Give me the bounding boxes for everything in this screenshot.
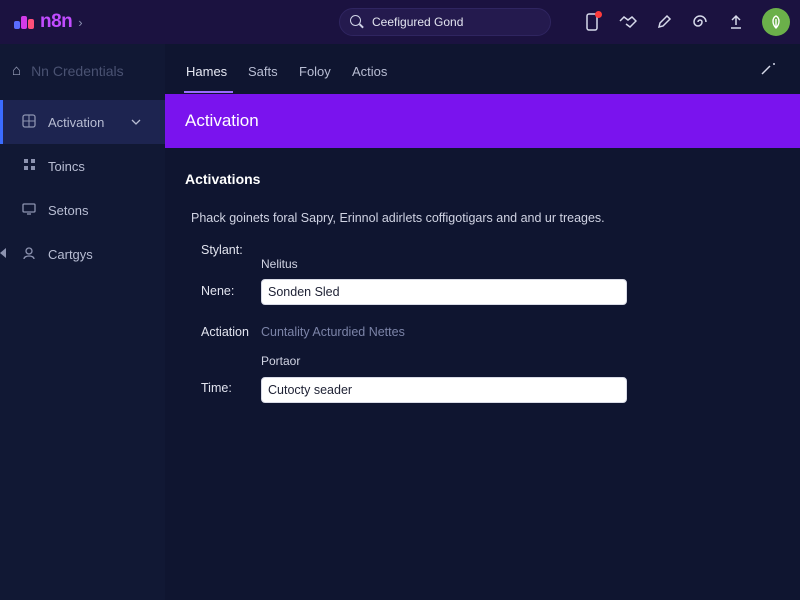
sidebar-item-label: Setons	[48, 202, 89, 218]
monitor-icon	[20, 202, 38, 218]
chevron-down-icon[interactable]	[131, 116, 141, 128]
page-title: Activation	[185, 111, 259, 130]
time-label: Time:	[201, 381, 232, 395]
chevron-right-icon[interactable]: ›	[78, 15, 82, 30]
tab-foloy[interactable]: Foloy	[299, 64, 331, 79]
sidebar-item-label: Activation	[48, 114, 105, 130]
sidebar-item-toincs[interactable]: Toincs	[0, 144, 165, 188]
status-sublabel: Nelitus	[261, 257, 298, 271]
sidebar-item-label: Toincs	[48, 158, 85, 174]
puzzle-icon	[20, 113, 38, 131]
active-tab-indicator	[184, 91, 233, 93]
logo-text: n8n	[40, 11, 73, 32]
upload-icon[interactable]	[724, 10, 748, 34]
tab-bar: Hames Safts Foloy Actios	[165, 44, 800, 94]
sidebar-item-setons[interactable]: Setons	[0, 188, 165, 232]
spiral-icon[interactable]	[688, 10, 712, 34]
home-icon: ⌂	[12, 62, 22, 79]
sidebar: ⌂ Nn Credentials Activation Toincs Seton…	[0, 44, 165, 600]
sidebar-title[interactable]: ⌂ Nn Credentials	[12, 62, 124, 79]
sidebar-title-label: Nn Credentials	[31, 62, 124, 79]
notification-badge	[595, 11, 602, 18]
name-field[interactable]	[261, 279, 627, 305]
tab-safts[interactable]: Safts	[248, 64, 278, 79]
tab-actios[interactable]: Actios	[352, 64, 387, 79]
sidebar-item-label: Cartgys	[48, 246, 93, 262]
header-actions	[580, 0, 760, 44]
time-field[interactable]	[261, 377, 627, 403]
section-title: Activations	[185, 171, 261, 187]
edit-icon[interactable]	[760, 62, 776, 79]
activation-label: Actiation	[201, 325, 249, 339]
section-description: Phack goinets foral Sapry, Erinnol adirl…	[191, 211, 605, 225]
phone-icon[interactable]	[580, 10, 604, 34]
search-icon	[350, 15, 364, 29]
sidebar-item-activation[interactable]: Activation	[0, 100, 165, 144]
n8n-logo-icon	[14, 15, 36, 29]
grid-icon	[20, 158, 38, 174]
portor-sublabel: Portaor	[261, 354, 301, 368]
avatar[interactable]	[762, 8, 790, 36]
leaf-icon	[772, 15, 780, 29]
activation-value: Cuntality Acturdied Nettes	[261, 325, 405, 339]
search-input[interactable]: Ceefigured Gond	[372, 15, 463, 29]
top-bar: n8n › Ceefigured Gond	[0, 0, 800, 44]
signature-label: Stylant:	[201, 243, 243, 257]
pen-icon[interactable]	[652, 10, 676, 34]
sidebar-item-cartgys[interactable]: Cartgys	[0, 232, 165, 276]
users-icon	[20, 246, 38, 263]
name-label: Nene:	[201, 284, 235, 298]
handshake-icon[interactable]	[616, 10, 640, 34]
search-bar[interactable]: Ceefigured Gond	[339, 8, 551, 36]
logo[interactable]: n8n ›	[14, 11, 83, 33]
tab-hames[interactable]: Hames	[186, 64, 227, 79]
page-banner: Activation	[165, 94, 800, 148]
